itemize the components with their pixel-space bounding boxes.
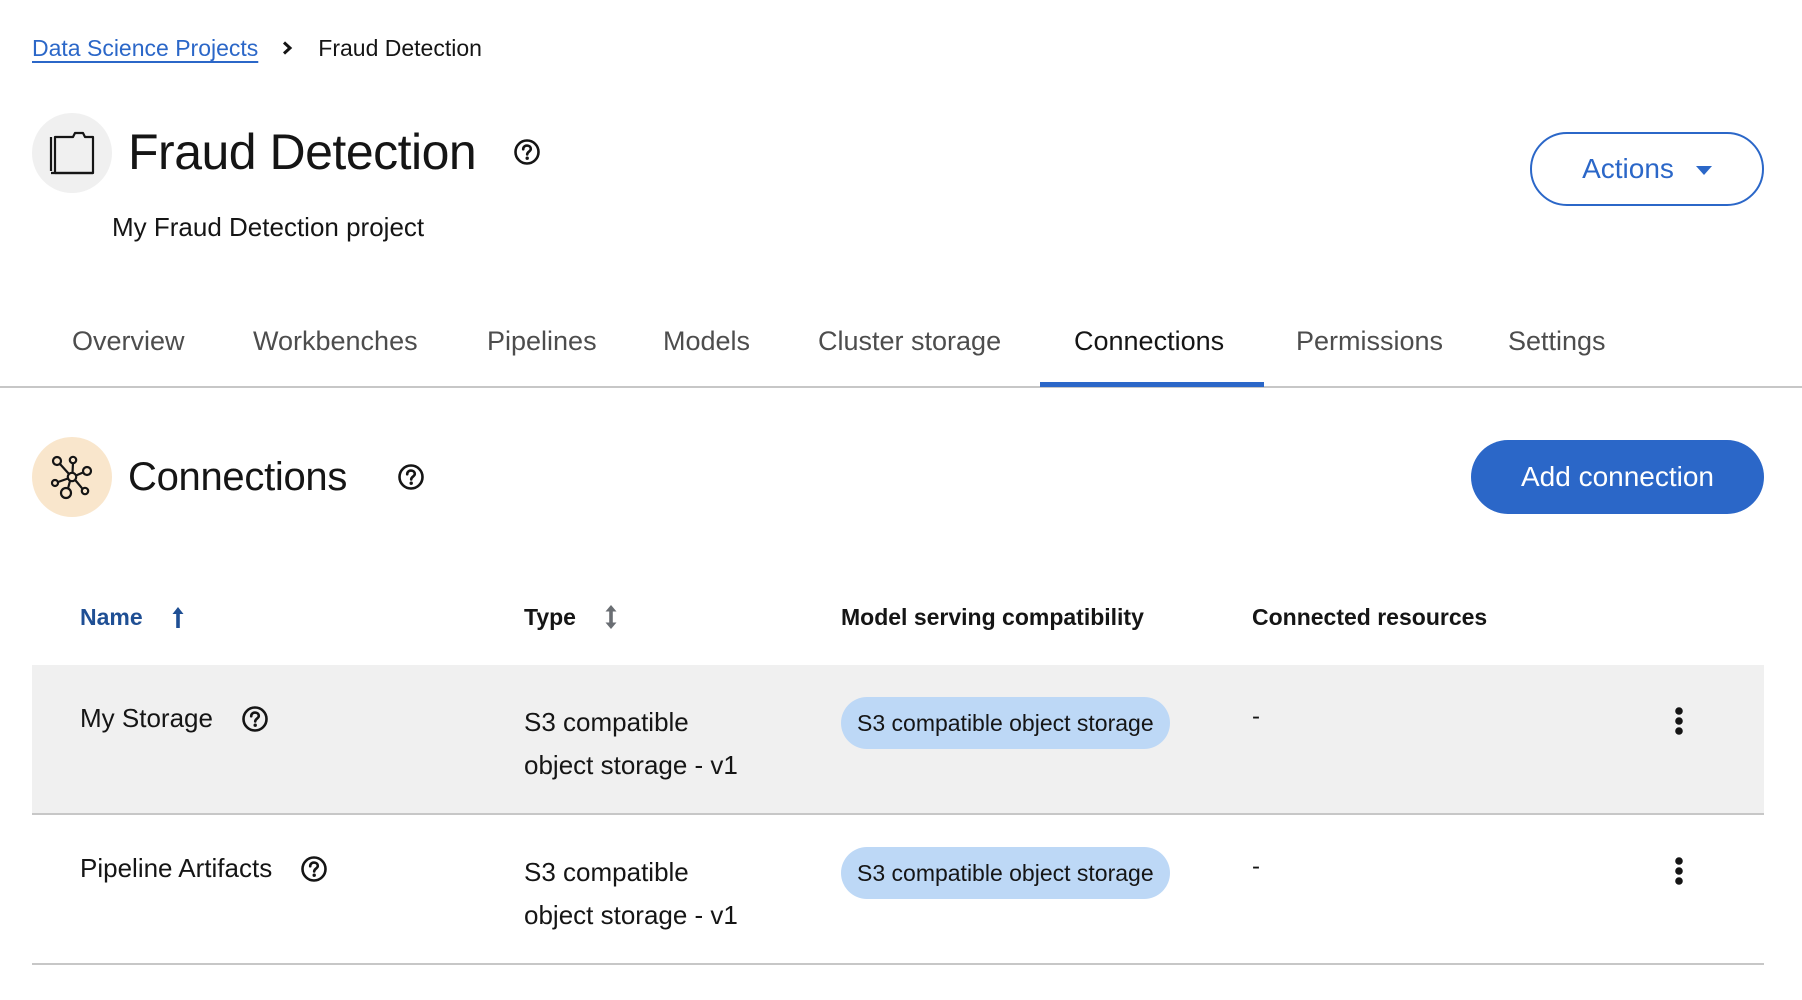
column-header-connected-resources: Connected resources (1252, 603, 1488, 630)
project-folder-icon (32, 113, 112, 193)
breadcrumb-link-data-science-projects[interactable]: Data Science Projects (32, 35, 258, 62)
connection-type-line: object storage - v1 (524, 900, 738, 930)
tab-settings[interactable]: Settings (1508, 326, 1606, 386)
project-tabs: Overview Workbenches Pipelines Models Cl… (0, 310, 1802, 388)
chevron-right-icon (280, 41, 294, 55)
tab-cluster-storage[interactable]: Cluster storage (818, 326, 1001, 386)
page-title: Fraud Detection (128, 124, 477, 180)
connection-name: My Storage (80, 703, 213, 733)
add-connection-button[interactable]: Add connection (1471, 440, 1764, 514)
table-header: Name Type Model serving compatibility Co… (32, 580, 1764, 665)
table-row[interactable]: Pipeline Artifacts S3 compatible object … (32, 815, 1764, 965)
breadcrumb: Data Science Projects Fraud Detection (32, 32, 482, 64)
section-title: Connections (128, 454, 348, 499)
compatibility-label: S3 compatible object storage (841, 847, 1170, 899)
tab-overview[interactable]: Overview (72, 326, 185, 386)
row-actions-kebab-button[interactable] (1663, 701, 1695, 741)
connection-type-cell: S3 compatible object storage - v1 (524, 851, 784, 937)
table-row[interactable]: My Storage S3 compatible object storage … (32, 665, 1764, 815)
connections-network-icon (32, 437, 112, 517)
caret-down-icon (1695, 166, 1712, 175)
connection-name-cell: Pipeline Artifacts (80, 853, 328, 884)
connection-type-cell: S3 compatible object storage - v1 (524, 701, 784, 787)
tab-pipelines[interactable]: Pipelines (487, 326, 597, 386)
connection-type-line: S3 compatible (524, 857, 689, 887)
help-icon[interactable] (300, 855, 328, 883)
connection-type-line: object storage - v1 (524, 750, 738, 780)
help-icon[interactable] (241, 705, 269, 733)
connection-name: Pipeline Artifacts (80, 853, 273, 883)
kebab-icon (1675, 857, 1683, 885)
tab-permissions[interactable]: Permissions (1296, 326, 1443, 386)
tab-connections[interactable]: Connections (1074, 326, 1224, 386)
connection-name-cell: My Storage (80, 703, 269, 734)
column-header-type[interactable]: Type (524, 602, 618, 632)
project-description: My Fraud Detection project (112, 212, 425, 242)
active-tab-indicator (1040, 382, 1264, 387)
breadcrumb-current: Fraud Detection (318, 34, 482, 61)
connections-table: Name Type Model serving compatibility Co… (32, 580, 1764, 965)
column-header-model-serving-compatibility: Model serving compatibility (841, 603, 1144, 630)
help-icon[interactable] (513, 138, 541, 166)
connection-type-line: S3 compatible (524, 707, 689, 737)
tab-models[interactable]: Models (663, 326, 750, 386)
help-icon[interactable] (397, 463, 425, 491)
tab-workbenches[interactable]: Workbenches (253, 326, 418, 386)
column-header-label: Name (80, 603, 143, 630)
compatibility-label: S3 compatible object storage (841, 697, 1170, 749)
row-actions-kebab-button[interactable] (1663, 851, 1695, 891)
actions-label: Actions (1582, 153, 1674, 184)
column-header-name[interactable]: Name (80, 602, 185, 632)
sort-icon (604, 604, 618, 630)
connected-resources-cell: - (1252, 703, 1260, 730)
kebab-icon (1675, 707, 1683, 735)
actions-dropdown-button[interactable]: Actions (1530, 132, 1764, 206)
column-header-label: Type (524, 603, 576, 630)
connected-resources-cell: - (1252, 853, 1260, 880)
sort-ascending-icon (171, 605, 185, 629)
